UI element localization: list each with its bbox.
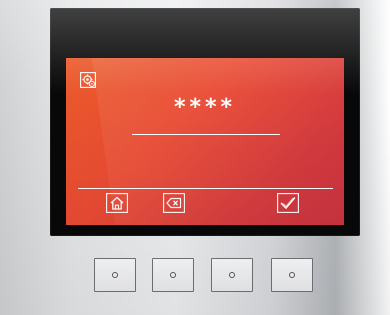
intercom-device: **** [0,0,390,315]
display-screen: **** [66,58,344,225]
hardware-button-4[interactable] [271,258,313,292]
home-icon[interactable] [106,193,128,213]
backspace-icon[interactable] [163,193,185,213]
password-field[interactable]: **** [66,95,344,120]
softkey-divider [78,188,333,189]
password-underline [132,134,280,135]
hardware-button-2[interactable] [152,258,194,292]
indicator-dot-icon [170,272,176,278]
indicator-dot-icon [289,272,295,278]
indicator-dot-icon [229,272,235,278]
hardware-button-3[interactable] [211,258,253,292]
indicator-dot-icon [112,272,118,278]
hardware-button-1[interactable] [94,258,136,292]
settings-lock-icon [80,72,96,88]
confirm-check-icon[interactable] [277,193,299,213]
